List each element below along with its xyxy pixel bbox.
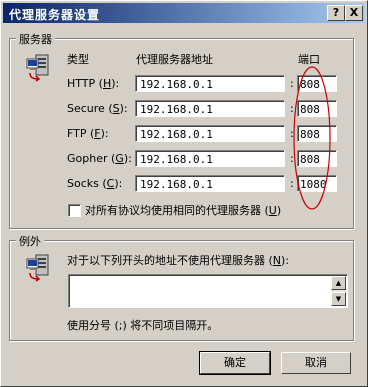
server-address-input[interactable]: 192.168.0.1 [135, 100, 285, 117]
same-proxy-label[interactable]: 对所有协议均使用相同的代理服务器 (U) [85, 202, 281, 218]
scroll-up-icon[interactable]: ▲ [331, 276, 346, 290]
exceptions-scrollbar[interactable]: ▲ ▼ [331, 276, 346, 306]
server-address-input[interactable]: 192.168.0.1 [135, 175, 285, 192]
server-port-input[interactable]: 808 [297, 125, 337, 142]
exceptions-textarea[interactable]: ▲ ▼ [68, 274, 348, 308]
help-button[interactable]: ? [327, 5, 345, 21]
server-row-label: Socks (C): [67, 177, 123, 190]
server-port-input[interactable]: 808 [297, 100, 337, 117]
close-button[interactable]: X [345, 5, 363, 21]
cancel-button[interactable]: 取消 [281, 352, 351, 374]
proxy-settings-dialog: 代理服务器设置 ? X 服务器 类型 代理服务器地址 端口 HTTP (H): 1… [0, 0, 368, 387]
port-column-header: 端口 [298, 53, 320, 66]
type-column-header: 类型 [67, 53, 89, 66]
port-separator: : [290, 77, 294, 90]
window-title: 代理服务器设置 [9, 8, 101, 22]
title-bar: 代理服务器设置 ? X [3, 3, 365, 23]
server-port-input[interactable]: 808 [297, 150, 337, 167]
port-separator: : [290, 102, 294, 115]
exceptions-group-label: 例外 [16, 233, 44, 249]
port-separator: : [290, 152, 294, 165]
same-proxy-checkbox[interactable] [68, 204, 81, 217]
servers-group-label: 服务器 [16, 31, 55, 47]
exceptions-server-icon [26, 253, 52, 283]
server-address-input[interactable]: 192.168.0.1 [135, 150, 285, 167]
server-row-label: Gopher (G): [67, 152, 132, 165]
server-row-label: FTP (F): [67, 127, 109, 140]
servers-group: 服务器 类型 代理服务器地址 端口 HTTP (H): 192.168.0.1:8… [9, 31, 354, 229]
server-address-input[interactable]: 192.168.0.1 [135, 75, 285, 92]
server-address-input[interactable]: 192.168.0.1 [135, 125, 285, 142]
ok-button[interactable]: 确定 [199, 351, 271, 375]
exceptions-group: 例外 对于以下列开头的地址不使用代理服务器 (N): ▲ ▼ 使用分号 (;) … [9, 233, 354, 341]
port-separator: : [290, 127, 294, 140]
server-row-label: Secure (S): [67, 102, 128, 115]
port-separator: : [290, 177, 294, 190]
server-row-label: HTTP (H): [67, 77, 120, 90]
server-port-input[interactable]: 808 [297, 75, 337, 92]
scroll-down-icon[interactable]: ▼ [331, 292, 346, 306]
server-port-input[interactable]: 1080 [297, 175, 337, 192]
server-icon [26, 53, 52, 83]
exceptions-hint: 使用分号 (;) 将不同项目隔开。 [67, 319, 219, 332]
exceptions-description: 对于以下列开头的地址不使用代理服务器 (N): [67, 254, 290, 267]
address-column-header: 代理服务器地址 [136, 53, 213, 66]
